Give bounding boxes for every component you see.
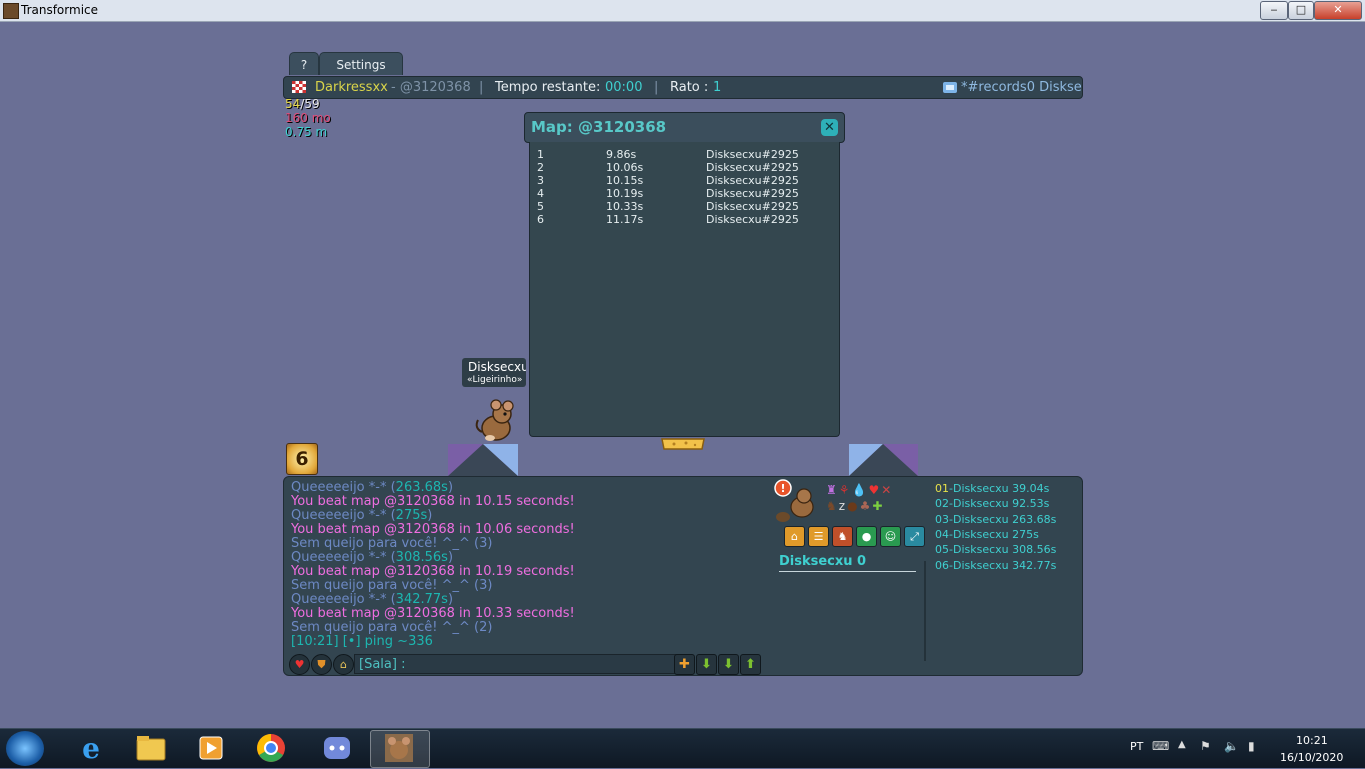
distance-stat: 0.75 m — [285, 125, 328, 139]
chat-line: Sem queijo para você! ^_^ (3) — [291, 578, 493, 593]
panel-divider — [924, 561, 926, 661]
chat-line: Queeeeeijo *-* (275s) — [291, 508, 433, 523]
map-dialog-title: Map: @3120368 — [531, 118, 667, 136]
score-row: 05-Disksecxu 308.56s — [935, 543, 1057, 556]
player-nametag: Disksecxu «Ligeirinho» — [462, 358, 526, 387]
close-icon[interactable]: ✕ — [821, 119, 838, 136]
cheese-icon — [661, 438, 705, 450]
level-badge: 6 — [286, 443, 318, 475]
chat-line: You beat map @3120368 in 10.33 seconds! — [291, 606, 575, 621]
score-row: 01-Disksecxu 39.04s — [935, 482, 1050, 495]
separator: | — [654, 80, 659, 95]
cheese-count: 54/59 — [285, 97, 320, 111]
discord-icon[interactable]: ☺ — [880, 526, 901, 547]
chat-line: You beat map @3120368 in 10.06 seconds! — [291, 522, 575, 537]
discord-app-icon[interactable] — [308, 730, 366, 766]
record-row: 6 11.17s Disksecxu#2925 — [537, 213, 799, 226]
player-name: Disksecxu — [468, 360, 526, 374]
chat-line: Queeeeeijo *-* (308.56s) — [291, 550, 454, 565]
map-code: - @3120368 — [391, 80, 471, 95]
map-records-panel: 1 9.86s Disksecxu#2925 2 10.06s Disksecxu#29… — [529, 142, 840, 437]
window-titlebar: Transformice ‒ □ ✕ — [0, 0, 1365, 22]
close-window-button[interactable]: ✕ — [1314, 1, 1362, 20]
help-tab[interactable]: ? — [289, 52, 319, 75]
map-dialog-header: Map: @3120368 ✕ — [524, 112, 845, 143]
checkered-flag-icon — [292, 81, 306, 93]
settings-tab[interactable]: Settings — [319, 52, 403, 75]
score-row: 06-Disksecxu 342.77s — [935, 559, 1057, 572]
add-button[interactable]: ✚ — [674, 654, 695, 675]
clock-time[interactable]: 10:21 — [1296, 734, 1328, 747]
separator: | — [479, 80, 484, 95]
folder-icon[interactable] — [122, 730, 180, 766]
record-row: 2 10.06s Disksecxu#2925 — [537, 161, 799, 174]
mice-label: Rato : — [670, 80, 709, 95]
chat-input[interactable] — [354, 654, 679, 674]
home-icon[interactable]: ⌂ — [784, 526, 805, 547]
player-title: «Ligeirinho» — [467, 375, 523, 385]
score-row: 02-Disksecxu 92.53s — [935, 497, 1050, 510]
svg-text:!: ! — [780, 482, 785, 495]
language-indicator[interactable]: PT — [1130, 740, 1143, 753]
chrome-icon[interactable] — [242, 730, 300, 766]
score-underline — [779, 571, 916, 572]
start-button[interactable] — [6, 731, 44, 766]
player-score-title: Disksecxu 0 — [779, 554, 867, 569]
power-icon[interactable]: ▮ — [1248, 739, 1255, 753]
list-icon[interactable]: ☰ — [808, 526, 829, 547]
records-icon[interactable] — [943, 82, 957, 93]
right-platform — [849, 444, 918, 476]
heart-emote-button[interactable]: ♥ — [289, 654, 310, 675]
shield-emote-button[interactable]: ⛊ — [311, 654, 332, 675]
network-icon[interactable]: ⚑ — [1200, 739, 1211, 753]
arrow-down-icon[interactable]: ⬇ — [718, 654, 739, 675]
chevron-up-icon[interactable]: ▲ — [1178, 739, 1186, 750]
chat-line: Sem queijo para você! ^_^ (3) — [291, 536, 493, 551]
svg-text:e: e — [82, 732, 100, 765]
minimize-button[interactable]: ‒ — [1260, 1, 1288, 20]
volume-icon[interactable]: 🔈 — [1224, 739, 1239, 753]
score-row: 04-Disksecxu 275s — [935, 528, 1039, 541]
chat-panel: Queeeeeijo *-* (263.68s) You beat map @3… — [283, 476, 1083, 676]
chat-line: [10:21] [•] ping ~336 — [291, 634, 433, 649]
transformice-taskbar-icon[interactable] — [370, 730, 430, 768]
chat-line: You beat map @3120368 in 10.15 seconds! — [291, 494, 575, 509]
time-label: Tempo restante: — [495, 80, 601, 95]
chat-line: Queeeeeijo *-* (342.77s) — [291, 592, 454, 607]
map-author[interactable]: Darkressxx — [315, 77, 388, 98]
chat-line: Queeeeeijo *-* (263.68s) — [291, 480, 454, 495]
record-row: 5 10.33s Disksecxu#2925 — [537, 200, 799, 213]
keyboard-icon[interactable]: ⌨ — [1152, 739, 1169, 753]
tribe-chat-button[interactable]: ⌂ — [333, 654, 354, 675]
record-row: 1 9.86s Disksecxu#2925 — [537, 148, 799, 161]
mouse-player-icon — [475, 399, 514, 441]
inventory-icons[interactable]: ♜⚘💧♥✕ ♞z●♣✚ — [826, 482, 914, 514]
record-row: 4 10.19s Disksecxu#2925 — [537, 187, 799, 200]
record-row: 3 10.15s Disksecxu#2925 — [537, 174, 799, 187]
chat-bubble-icon[interactable]: ● — [856, 526, 877, 547]
left-platform — [448, 444, 518, 476]
media-player-icon[interactable] — [182, 730, 240, 766]
chat-line: You beat map @3120368 in 10.19 seconds! — [291, 564, 575, 579]
maximize-button[interactable]: □ — [1288, 1, 1314, 20]
records-text: *#records0 Disksecxu — [961, 80, 1082, 95]
room-info-bar: Darkressxx - @3120368 | Tempo restante: … — [283, 76, 1083, 99]
fullscreen-icon[interactable]: ⤢ — [904, 526, 925, 547]
clock-date[interactable]: 16/10/2020 — [1280, 751, 1343, 764]
shop-icon[interactable]: ♞ — [832, 526, 853, 547]
arrow-down-icon[interactable]: ⬇ — [696, 654, 717, 675]
window-title: Transformice — [21, 3, 99, 17]
mouse-avatar[interactable]: ! — [774, 479, 818, 523]
score-row: 03-Disksecxu 263.68s — [935, 513, 1057, 526]
internet-explorer-icon[interactable]: e — [62, 730, 120, 766]
arrow-up-icon[interactable]: ⬆ — [740, 654, 761, 675]
mo-stat: 160 mo — [285, 111, 331, 125]
chat-line: Sem queijo para você! ^_^ (2) — [291, 620, 493, 635]
mice-count: 1 — [713, 80, 722, 95]
taskbar: e PT ⌨ ▲ ⚑ 🔈 ▮ 10:21 16/10/2020 — [0, 728, 1365, 768]
transformice-app-icon — [3, 3, 19, 19]
time-value: 00:00 — [605, 80, 643, 95]
